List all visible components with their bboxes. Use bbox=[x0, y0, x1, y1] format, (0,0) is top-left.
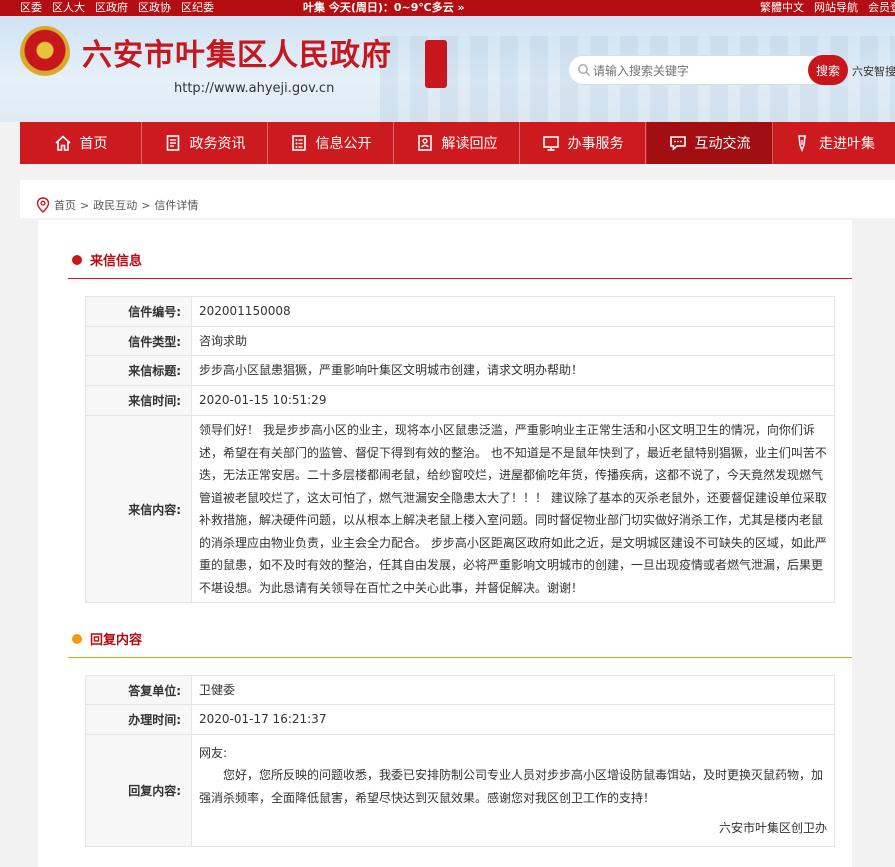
reply-time-label: 办理时间: bbox=[85, 704, 192, 735]
letter-id-label: 信件编号: bbox=[85, 296, 192, 327]
nav-label: 首页 bbox=[79, 136, 108, 152]
letter-time-label: 来信时间: bbox=[85, 385, 192, 416]
letter-divider bbox=[68, 278, 852, 279]
location-pin-icon bbox=[36, 197, 50, 213]
letter-table: 信件编号: 202001150008 信件类型: 咨询求助 来信标题: 步步高小… bbox=[85, 296, 835, 603]
reply-time-value: 2020-01-17 16:21:37 bbox=[191, 704, 835, 735]
letter-title-value: 步步高小区鼠患猖獗，严重影响叶集区文明城市创建，请求文明办帮助！ bbox=[191, 355, 835, 386]
breadcrumb-home[interactable]: 首页 bbox=[54, 197, 76, 213]
table-row: 回复内容: 网友: 您好，您所反映的问题收悉，我委已安排防制公司专业人员对步步高… bbox=[85, 734, 835, 847]
nav-label: 信息公开 bbox=[315, 136, 372, 152]
chat-icon bbox=[669, 136, 686, 151]
home-icon bbox=[54, 135, 71, 151]
table-row: 办理时间: 2020-01-17 16:21:37 bbox=[85, 704, 835, 735]
letter-content-value: 领导们好！ 我是步步高小区的业主，现将本小区鼠患泛滥，严重影响业主正常生活和小区… bbox=[191, 415, 835, 603]
breadcrumb: 首页 > 政民互动 > 信件详情 bbox=[36, 197, 198, 213]
letter-title-label: 来信标题: bbox=[85, 355, 192, 386]
smart-search-label[interactable]: 六安智搜 bbox=[852, 63, 895, 79]
breadcrumb-separator: > bbox=[80, 198, 90, 212]
nav-label: 走进叶集 bbox=[819, 136, 875, 152]
site-nav-link[interactable]: 网站导航 bbox=[814, 0, 858, 16]
nav-label: 政务资讯 bbox=[189, 136, 246, 152]
search-icon bbox=[578, 64, 591, 77]
bullet-dot bbox=[72, 254, 82, 265]
nav-item-interpretation[interactable]: 解读回应 bbox=[394, 122, 520, 164]
letter-time-value: 2020-01-15 10:51:29 bbox=[191, 385, 835, 416]
reply-heading: 回复内容 bbox=[90, 633, 143, 648]
list-icon bbox=[291, 135, 306, 151]
traditional-chinese-link[interactable]: 繁體中文 bbox=[760, 0, 804, 16]
top-links: 区委 区人大 区政府 区政协 区纪委 bbox=[20, 0, 214, 16]
nav-label: 解读回应 bbox=[441, 136, 498, 152]
top-link-cppcc[interactable]: 区政协 bbox=[138, 0, 171, 16]
top-link-npc[interactable]: 区人大 bbox=[52, 0, 85, 16]
national-emblem-icon bbox=[20, 26, 70, 80]
reply-table: 答复单位: 卫健委 办理时间: 2020-01-17 16:21:37 回复内容… bbox=[85, 675, 835, 847]
top-link-district-committee[interactable]: 区委 bbox=[20, 0, 42, 16]
letter-type-label: 信件类型: bbox=[85, 326, 192, 356]
breadcrumb-current: 信件详情 bbox=[154, 199, 199, 212]
breadcrumb-separator: > bbox=[141, 198, 151, 212]
table-row: 信件类型: 咨询求助 bbox=[85, 326, 835, 356]
table-row: 来信标题: 步步高小区鼠患猖獗，严重影响叶集区文明城市创建，请求文明办帮助！ bbox=[85, 355, 835, 386]
letter-section-heading: 来信信息 bbox=[72, 250, 142, 269]
nav-item-home[interactable]: 首页 bbox=[20, 122, 142, 164]
nav-item-services[interactable]: 办事服务 bbox=[520, 122, 646, 164]
letter-type-value: 咨询求助 bbox=[191, 326, 835, 356]
document-icon bbox=[166, 135, 179, 151]
table-row: 来信时间: 2020-01-15 10:51:29 bbox=[85, 385, 835, 416]
letter-content-label: 来信内容: bbox=[85, 415, 192, 603]
top-bar: 区委 区人大 区政府 区政协 区纪委 叶集 今天(周日)：0~9℃多云 » 繁體… bbox=[0, 0, 895, 16]
table-row: 答复单位: 卫健委 bbox=[85, 675, 835, 705]
nav-item-about-yeji[interactable]: 走进叶集 bbox=[773, 122, 895, 164]
reply-section-heading: 回复内容 bbox=[72, 629, 142, 648]
weather-text: 叶集 今天(周日)：0~9℃多云 » bbox=[303, 1, 465, 14]
reply-content-value: 网友: 您好，您所反映的问题收悉，我委已安排防制公司专业人员对步步高小区增设防鼠… bbox=[191, 734, 835, 847]
top-link-discipline[interactable]: 区纪委 bbox=[181, 0, 214, 16]
main-nav: 首页 政务资讯 信息公开 解读回应 办事服务 互动交流 走进叶集 bbox=[20, 122, 895, 164]
nav-item-interaction[interactable]: 互动交流 bbox=[647, 122, 773, 164]
nav-label: 办事服务 bbox=[567, 136, 624, 152]
top-link-government[interactable]: 区政府 bbox=[95, 0, 128, 16]
nav-item-info-disclosure[interactable]: 信息公开 bbox=[268, 122, 394, 164]
site-url: http://www.ahyeji.gov.cn bbox=[174, 81, 335, 96]
breadcrumb-interaction[interactable]: 政民互动 bbox=[93, 197, 137, 213]
reply-signature: 六安市叶集区创卫办 bbox=[718, 821, 827, 835]
monitor-icon bbox=[542, 136, 559, 151]
reply-content-label: 回复内容: bbox=[85, 734, 192, 847]
nav-item-news[interactable]: 政务资讯 bbox=[142, 122, 268, 164]
search-button[interactable]: 搜索 bbox=[808, 55, 848, 85]
id-card-icon bbox=[417, 135, 432, 151]
table-row: 来信内容: 领导们好！ 我是步步高小区的业主，现将本小区鼠患泛滥，严重影响业主正… bbox=[85, 415, 835, 603]
seal-stamp bbox=[425, 40, 447, 88]
reply-greeting: 网友: bbox=[199, 745, 228, 760]
pen-icon bbox=[798, 135, 806, 152]
site-title[interactable]: 六安市叶集区人民政府 bbox=[82, 30, 392, 74]
table-row: 信件编号: 202001150008 bbox=[85, 296, 835, 327]
member-login-link[interactable]: 会员登 bbox=[868, 0, 895, 16]
reply-unit-value: 卫健委 bbox=[191, 675, 835, 705]
letter-id-value: 202001150008 bbox=[191, 296, 835, 327]
reply-unit-label: 答复单位: bbox=[85, 675, 192, 705]
nav-label: 互动交流 bbox=[694, 136, 751, 152]
reply-body: 您好，您所反映的问题收悉，我委已安排防制公司专业人员对步步高小区增设防鼠毒饵站，… bbox=[199, 768, 824, 805]
letter-heading: 来信信息 bbox=[90, 254, 143, 269]
search-box bbox=[568, 55, 846, 85]
reply-divider bbox=[68, 657, 852, 658]
bullet-dot bbox=[72, 633, 82, 644]
search-input[interactable] bbox=[593, 62, 793, 80]
